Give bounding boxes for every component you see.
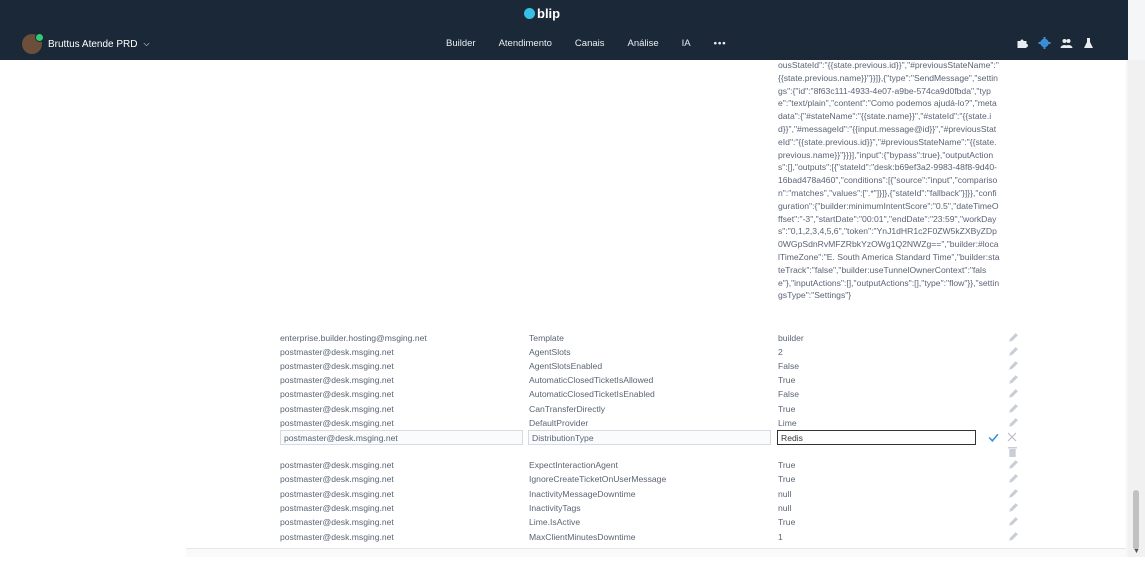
online-status-dot xyxy=(35,33,44,42)
row-name: Template xyxy=(529,333,564,343)
row-value: True xyxy=(778,474,796,484)
table-row: enterprise.builder.hosting@msging.net Te… xyxy=(186,331,1126,345)
row-name: AgentSlots xyxy=(529,347,571,357)
table-row: postmaster@desk.msging.net AutomaticClos… xyxy=(186,387,1126,401)
row-owner: postmaster@desk.msging.net xyxy=(280,418,394,428)
row-owner: postmaster@desk.msging.net xyxy=(280,347,394,357)
row-value: 1 xyxy=(778,532,783,542)
account-name: Bruttus Atende PRD xyxy=(48,38,138,50)
scroll-down-arrow-icon[interactable]: ▼ xyxy=(1133,548,1140,555)
name-field[interactable]: DistributionType xyxy=(528,430,771,445)
scrollbar-thumb[interactable] xyxy=(1133,490,1139,550)
nav-canais[interactable]: Canais xyxy=(575,38,605,49)
row-value: True xyxy=(778,460,796,470)
row-name: MaxClientMinutesDowntime xyxy=(529,532,636,542)
row-name: IgnoreCreateTicketOnUserMessage xyxy=(529,474,667,484)
row-name: AutomaticClosedTicketIsEnabled xyxy=(529,389,655,399)
team-icon[interactable] xyxy=(1060,37,1073,49)
row-value: True xyxy=(778,404,796,414)
row-value: Lime xyxy=(778,418,797,428)
editing-row: postmaster@desk.msging.net DistributionT… xyxy=(186,429,1126,449)
pencil-icon[interactable] xyxy=(1008,417,1019,428)
table-row: postmaster@desk.msging.net AgentSlots 2 xyxy=(186,345,1126,359)
pencil-icon[interactable] xyxy=(1008,374,1019,385)
pencil-icon[interactable] xyxy=(1008,360,1019,371)
pencil-icon[interactable] xyxy=(1008,488,1019,499)
table-row: postmaster@desk.msging.net CanTransferDi… xyxy=(186,402,1126,416)
blip-logo[interactable]: blip xyxy=(524,6,560,21)
row-owner: postmaster@desk.msging.net xyxy=(280,460,394,470)
row-owner: postmaster@desk.msging.net xyxy=(280,361,394,371)
check-icon[interactable] xyxy=(988,432,999,443)
row-name: AgentSlotsEnabled xyxy=(529,361,603,371)
top-navigation-bar: blip Bruttus Atende PRD ⌵ Builder Atendi… xyxy=(0,0,1128,60)
row-owner: postmaster@desk.msging.net xyxy=(280,404,394,414)
logo-text: blip xyxy=(537,6,561,21)
pencil-icon[interactable] xyxy=(1008,516,1019,527)
pencil-icon[interactable] xyxy=(1008,502,1019,513)
puzzle-icon[interactable] xyxy=(1016,37,1029,49)
table-row: postmaster@desk.msging.net IgnoreCreateT… xyxy=(186,472,1126,486)
row-owner: postmaster@desk.msging.net xyxy=(280,517,394,527)
nav-atendimento[interactable]: Atendimento xyxy=(499,38,552,49)
table-row: postmaster@desk.msging.net InactivityTag… xyxy=(186,501,1126,515)
settings-gear-icon[interactable] xyxy=(1038,37,1051,49)
table-row: postmaster@desk.msging.net ExpectInterac… xyxy=(186,458,1126,472)
table-row: postmaster@desk.msging.net AutomaticClos… xyxy=(186,373,1126,387)
row-name: AutomaticClosedTicketIsAllowed xyxy=(529,375,654,385)
row-value: 2 xyxy=(778,347,783,357)
row-name: DefaultProvider xyxy=(529,418,589,428)
row-value: null xyxy=(778,503,792,513)
nav-builder[interactable]: Builder xyxy=(446,38,476,49)
blip-logo-icon xyxy=(524,8,535,19)
pencil-icon[interactable] xyxy=(1008,473,1019,484)
trash-icon[interactable] xyxy=(1008,446,1017,457)
nav-more[interactable]: ••• xyxy=(714,38,727,49)
row-owner: postmaster@desk.msging.net xyxy=(280,532,394,542)
pencil-icon[interactable] xyxy=(1008,388,1019,399)
row-name: InactivityMessageDowntime xyxy=(529,489,636,499)
pencil-icon[interactable] xyxy=(1008,332,1019,343)
pencil-icon[interactable] xyxy=(1008,346,1019,357)
main-nav: Builder Atendimento Canais Análise IA ••… xyxy=(446,38,727,49)
lab-flask-icon[interactable] xyxy=(1082,37,1095,49)
vertical-scrollbar[interactable]: ▼ xyxy=(1128,60,1145,557)
row-name: InactivityTags xyxy=(529,503,581,513)
close-icon[interactable] xyxy=(1007,432,1017,442)
row-name: ExpectInteractionAgent xyxy=(529,460,618,470)
pencil-icon[interactable] xyxy=(1008,403,1019,414)
row-owner: postmaster@desk.msging.net xyxy=(280,489,394,499)
nav-ia[interactable]: IA xyxy=(682,38,691,49)
left-sidebar xyxy=(0,60,186,587)
avatar xyxy=(22,33,44,54)
table-row: postmaster@desk.msging.net DefaultProvid… xyxy=(186,416,1126,430)
table-row: postmaster@desk.msging.net AgentSlotsEna… xyxy=(186,359,1126,373)
pencil-icon[interactable] xyxy=(1008,531,1019,542)
row-owner: postmaster@desk.msging.net xyxy=(280,503,394,513)
page-bottom xyxy=(0,557,1145,587)
configuration-json-value: ousStateId":"{{state.previous.id}}","#pr… xyxy=(778,60,1000,301)
top-icons xyxy=(1016,37,1095,49)
nav-analise[interactable]: Análise xyxy=(628,38,659,49)
row-value: builder xyxy=(778,333,804,343)
pencil-icon[interactable] xyxy=(1008,459,1019,470)
row-owner: postmaster@desk.msging.net xyxy=(280,474,394,484)
chevron-down-icon: ⌵ xyxy=(143,39,150,48)
row-value: True xyxy=(778,517,796,527)
row-owner: postmaster@desk.msging.net xyxy=(280,375,394,385)
value-input[interactable]: Redis xyxy=(777,430,976,445)
row-value: False xyxy=(778,389,800,399)
row-name: Lime.IsActive xyxy=(529,517,581,527)
row-owner: enterprise.builder.hosting@msging.net xyxy=(280,333,427,343)
row-value: False xyxy=(778,361,800,371)
row-value: null xyxy=(778,489,792,499)
table-row: postmaster@desk.msging.net MaxClientMinu… xyxy=(186,530,1126,544)
row-value: True xyxy=(778,375,796,385)
table-row: postmaster@desk.msging.net Lime.IsActive… xyxy=(186,515,1126,529)
row-name: CanTransferDirectly xyxy=(529,404,606,414)
table-row: postmaster@desk.msging.net InactivityMes… xyxy=(186,487,1126,501)
row-owner: postmaster@desk.msging.net xyxy=(280,389,394,399)
owner-field[interactable]: postmaster@desk.msging.net xyxy=(280,430,523,445)
account-selector[interactable]: Bruttus Atende PRD ⌵ xyxy=(22,33,150,54)
